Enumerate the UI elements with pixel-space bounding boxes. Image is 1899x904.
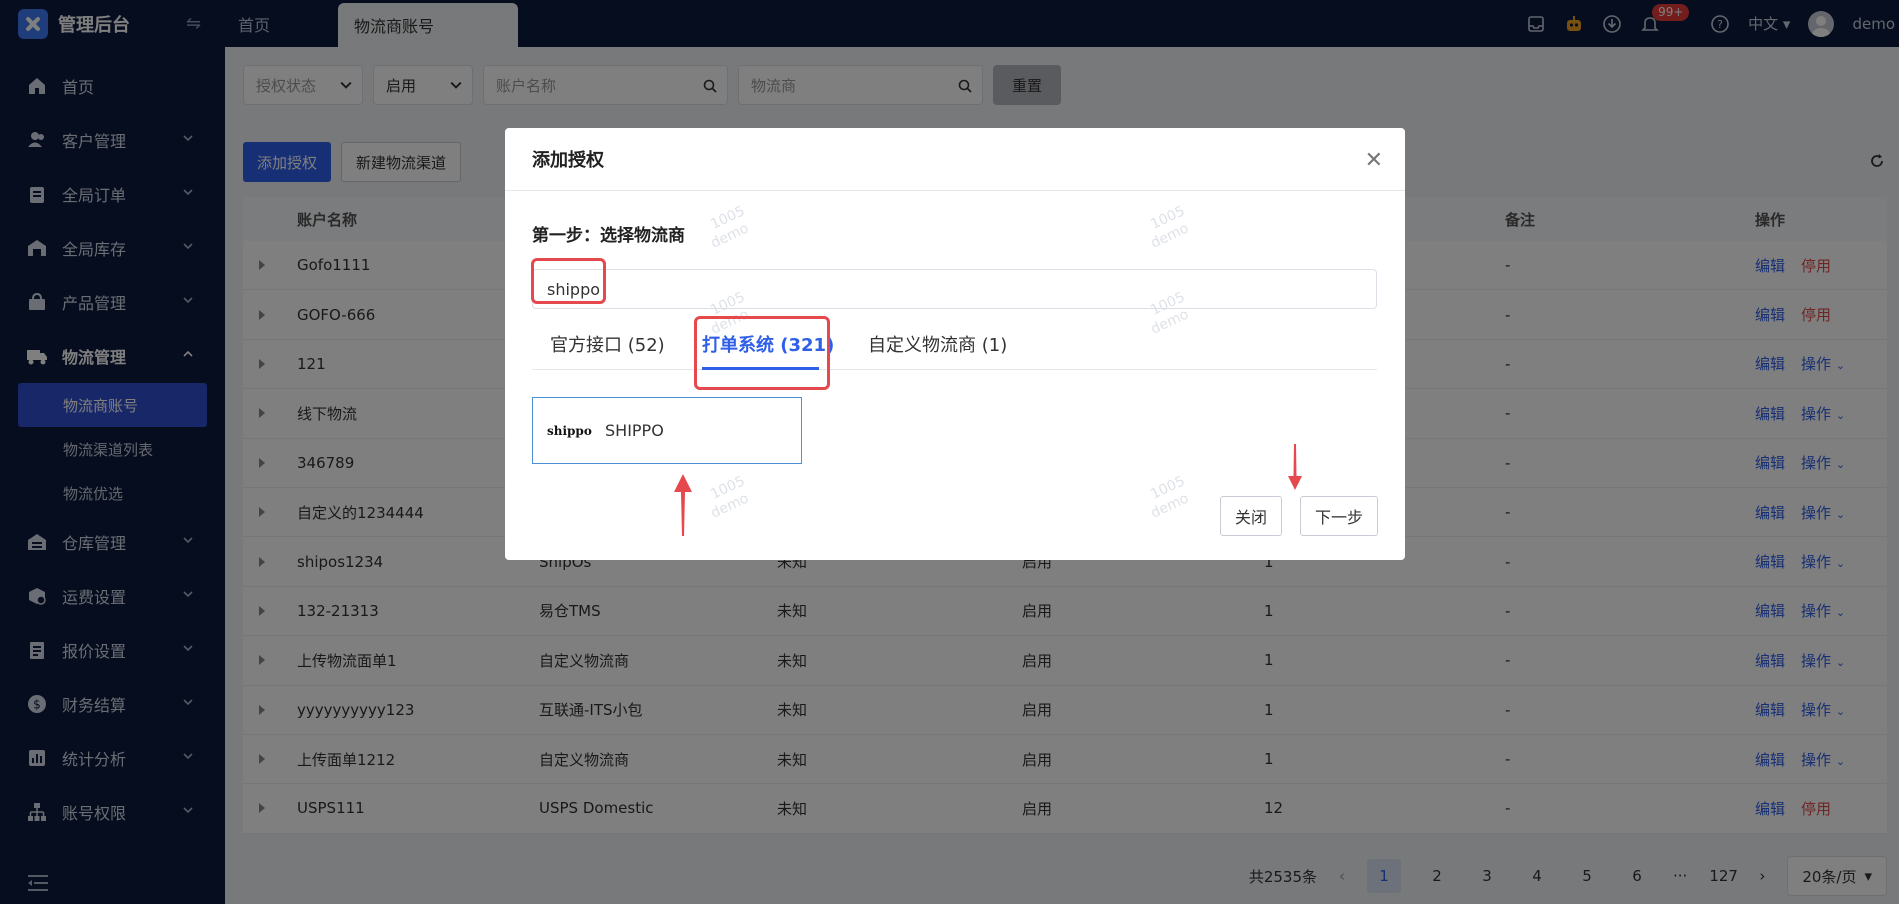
watermark: demo bbox=[1148, 220, 1192, 252]
arrow-up-icon bbox=[674, 474, 692, 536]
watermark: demo bbox=[708, 220, 752, 252]
highlight-box bbox=[531, 258, 606, 304]
tab-label: 自定义物流商 (1) bbox=[868, 335, 1008, 356]
carrier-card-shippo[interactable]: shippo SHIPPO bbox=[532, 397, 802, 464]
tab-label: 官方接口 (52) bbox=[550, 335, 665, 356]
dialog-title: 添加授权 bbox=[532, 150, 604, 171]
carrier-type-tabs: 官方接口 (52) 打单系统 (321) 自定义物流商 (1) bbox=[532, 318, 1377, 370]
carrier-search-input[interactable]: shippo bbox=[532, 269, 1377, 309]
step-title: 第一步：选择物流商 bbox=[532, 226, 685, 246]
watermark: 1005 bbox=[1148, 203, 1188, 233]
watermark: 1005 bbox=[708, 473, 748, 503]
logo-text: shippo bbox=[547, 423, 592, 438]
next-step-button[interactable]: 下一步 bbox=[1299, 496, 1378, 536]
dialog-header: 添加授权 ✕ bbox=[505, 128, 1405, 191]
watermark: 1005 bbox=[708, 203, 748, 233]
shippo-logo: shippo bbox=[545, 423, 592, 438]
highlight-box bbox=[694, 316, 830, 390]
watermark: 1005 bbox=[1148, 473, 1188, 503]
carrier-name: SHIPPO bbox=[605, 421, 664, 440]
watermark: demo bbox=[1148, 490, 1192, 522]
tab-custom-carrier[interactable]: 自定义物流商 (1) bbox=[868, 318, 1007, 370]
arrow-down-icon bbox=[1288, 444, 1302, 490]
close-button[interactable]: 关闭 bbox=[1219, 496, 1282, 536]
dialog-footer: 关闭 下一步 bbox=[1219, 496, 1378, 536]
add-auth-dialog: 添加授权 ✕ 1005 demo 1005 demo 1005 demo 100… bbox=[505, 128, 1405, 560]
watermark: demo bbox=[708, 490, 752, 522]
close-icon[interactable]: ✕ bbox=[1365, 148, 1383, 173]
tab-official-api[interactable]: 官方接口 (52) bbox=[550, 318, 665, 370]
